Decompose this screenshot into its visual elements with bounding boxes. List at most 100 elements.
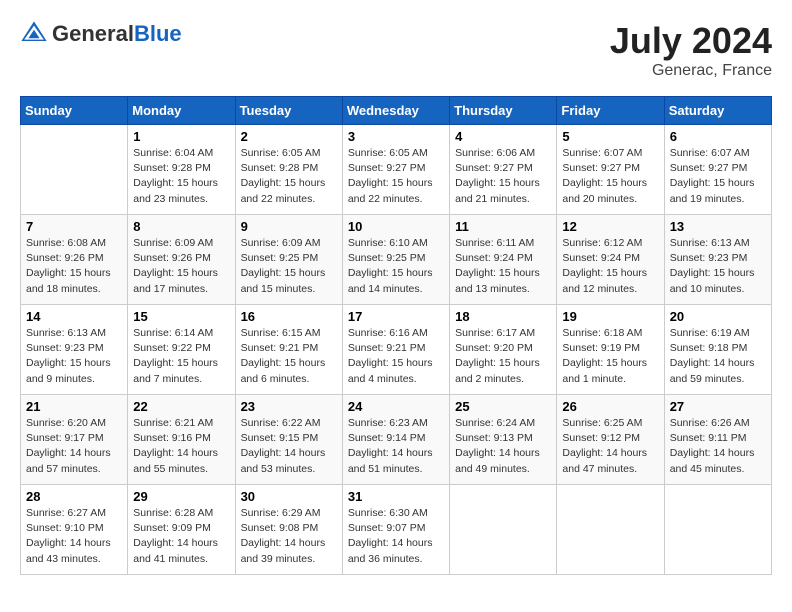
day-info: Sunrise: 6:13 AM Sunset: 9:23 PM Dayligh…	[670, 236, 766, 297]
day-number: 30	[241, 489, 337, 504]
day-number: 26	[562, 399, 658, 414]
day-info: Sunrise: 6:18 AM Sunset: 9:19 PM Dayligh…	[562, 326, 658, 387]
calendar-cell: 21Sunrise: 6:20 AM Sunset: 9:17 PM Dayli…	[21, 395, 128, 485]
day-number: 6	[670, 129, 766, 144]
day-info: Sunrise: 6:11 AM Sunset: 9:24 PM Dayligh…	[455, 236, 551, 297]
day-number: 22	[133, 399, 229, 414]
day-info: Sunrise: 6:12 AM Sunset: 9:24 PM Dayligh…	[562, 236, 658, 297]
calendar-cell: 16 Sunrise: 6:15 AM Sunset: 9:21 PM Dayli…	[235, 305, 342, 395]
day-number: 31	[348, 489, 444, 504]
calendar-cell: 4 Sunrise: 6:06 AM Sunset: 9:27 PM Daylig…	[450, 125, 557, 215]
calendar-cell: 26 Sunrise: 6:25 AM Sunset: 9:12 PM Dayli…	[557, 395, 664, 485]
calendar-week-1: 1 Sunrise: 6:04 AM Sunset: 9:28 PM Daylig…	[21, 125, 772, 215]
day-info: Sunrise: 6:04 AM Sunset: 9:28 PM Dayligh…	[133, 146, 229, 207]
calendar-cell: 22 Sunrise: 6:21 AM Sunset: 9:16 PM Dayli…	[128, 395, 235, 485]
day-number: 25	[455, 399, 551, 414]
day-info: Sunrise: 6:25 AM Sunset: 9:12 PM Dayligh…	[562, 416, 658, 477]
day-info: Sunrise: 6:07 AM Sunset: 9:27 PM Dayligh…	[562, 146, 658, 207]
day-info: Sunrise: 6:30 AM Sunset: 9:07 PM Dayligh…	[348, 506, 444, 567]
weekday-header-monday: Monday	[128, 97, 235, 125]
day-info: Sunrise: 6:29 AM Sunset: 9:08 PM Dayligh…	[241, 506, 337, 567]
day-info: Sunrise: 6:24 AM Sunset: 9:13 PM Dayligh…	[455, 416, 551, 477]
day-number: 10	[348, 219, 444, 234]
day-number: 2	[241, 129, 337, 144]
calendar-cell: 31 Sunrise: 6:30 AM Sunset: 9:07 PM Dayli…	[342, 485, 449, 575]
day-info: Sunrise: 6:07 AM Sunset: 9:27 PM Dayligh…	[670, 146, 766, 207]
day-info: Sunrise: 6:21 AM Sunset: 9:16 PM Dayligh…	[133, 416, 229, 477]
calendar-cell: 29 Sunrise: 6:28 AM Sunset: 9:09 PM Dayli…	[128, 485, 235, 575]
day-number: 20	[670, 309, 766, 324]
calendar-table: SundayMondayTuesdayWednesdayThursdayFrid…	[20, 96, 772, 575]
day-number: 16	[241, 309, 337, 324]
weekday-header-row: SundayMondayTuesdayWednesdayThursdayFrid…	[21, 97, 772, 125]
calendar-cell: 24 Sunrise: 6:23 AM Sunset: 9:14 PM Dayli…	[342, 395, 449, 485]
weekday-header-friday: Friday	[557, 97, 664, 125]
month-year: July 2024	[610, 20, 772, 62]
day-info: Sunrise: 6:16 AM Sunset: 9:21 PM Dayligh…	[348, 326, 444, 387]
weekday-header-tuesday: Tuesday	[235, 97, 342, 125]
day-number: 18	[455, 309, 551, 324]
calendar-cell: 5 Sunrise: 6:07 AM Sunset: 9:27 PM Daylig…	[557, 125, 664, 215]
day-number: 11	[455, 219, 551, 234]
calendar-cell: 18Sunrise: 6:17 AM Sunset: 9:20 PM Dayli…	[450, 305, 557, 395]
calendar-cell	[21, 125, 128, 215]
day-number: 12	[562, 219, 658, 234]
weekday-header-sunday: Sunday	[21, 97, 128, 125]
day-info: Sunrise: 6:05 AM Sunset: 9:28 PM Dayligh…	[241, 146, 337, 207]
calendar-week-5: 28 Sunrise: 6:27 AM Sunset: 9:10 PM Dayli…	[21, 485, 772, 575]
calendar-cell: 20Sunrise: 6:19 AM Sunset: 9:18 PM Dayli…	[664, 305, 771, 395]
calendar-cell: 28 Sunrise: 6:27 AM Sunset: 9:10 PM Dayli…	[21, 485, 128, 575]
day-info: Sunrise: 6:23 AM Sunset: 9:14 PM Dayligh…	[348, 416, 444, 477]
calendar-cell: 30 Sunrise: 6:29 AM Sunset: 9:08 PM Dayli…	[235, 485, 342, 575]
calendar-week-2: 7Sunrise: 6:08 AM Sunset: 9:26 PM Daylig…	[21, 215, 772, 305]
day-info: Sunrise: 6:09 AM Sunset: 9:25 PM Dayligh…	[241, 236, 337, 297]
day-number: 7	[26, 219, 122, 234]
day-number: 5	[562, 129, 658, 144]
calendar-cell: 1 Sunrise: 6:04 AM Sunset: 9:28 PM Daylig…	[128, 125, 235, 215]
day-number: 23	[241, 399, 337, 414]
day-number: 9	[241, 219, 337, 234]
day-number: 4	[455, 129, 551, 144]
day-number: 15	[133, 309, 229, 324]
day-number: 8	[133, 219, 229, 234]
day-number: 13	[670, 219, 766, 234]
page-header: GeneralBlue July 2024 Generac, France	[20, 20, 772, 80]
calendar-cell: 15Sunrise: 6:14 AM Sunset: 9:22 PM Dayli…	[128, 305, 235, 395]
calendar-cell: 2 Sunrise: 6:05 AM Sunset: 9:28 PM Daylig…	[235, 125, 342, 215]
day-info: Sunrise: 6:26 AM Sunset: 9:11 PM Dayligh…	[670, 416, 766, 477]
day-info: Sunrise: 6:20 AM Sunset: 9:17 PM Dayligh…	[26, 416, 122, 477]
day-info: Sunrise: 6:15 AM Sunset: 9:21 PM Dayligh…	[241, 326, 337, 387]
calendar-cell: 8 Sunrise: 6:09 AM Sunset: 9:26 PM Daylig…	[128, 215, 235, 305]
calendar-body: 1 Sunrise: 6:04 AM Sunset: 9:28 PM Daylig…	[21, 125, 772, 575]
weekday-header-thursday: Thursday	[450, 97, 557, 125]
day-number: 27	[670, 399, 766, 414]
day-info: Sunrise: 6:27 AM Sunset: 9:10 PM Dayligh…	[26, 506, 122, 567]
day-info: Sunrise: 6:06 AM Sunset: 9:27 PM Dayligh…	[455, 146, 551, 207]
day-number: 1	[133, 129, 229, 144]
location: Generac, France	[610, 62, 772, 80]
day-number: 28	[26, 489, 122, 504]
calendar-cell: 7Sunrise: 6:08 AM Sunset: 9:26 PM Daylig…	[21, 215, 128, 305]
calendar-cell: 6 Sunrise: 6:07 AM Sunset: 9:27 PM Daylig…	[664, 125, 771, 215]
calendar-cell: 3 Sunrise: 6:05 AM Sunset: 9:27 PM Daylig…	[342, 125, 449, 215]
day-number: 17	[348, 309, 444, 324]
day-number: 19	[562, 309, 658, 324]
day-number: 3	[348, 129, 444, 144]
logo-blue: Blue	[134, 21, 182, 46]
day-info: Sunrise: 6:09 AM Sunset: 9:26 PM Dayligh…	[133, 236, 229, 297]
day-info: Sunrise: 6:28 AM Sunset: 9:09 PM Dayligh…	[133, 506, 229, 567]
calendar-cell: 11 Sunrise: 6:11 AM Sunset: 9:24 PM Dayli…	[450, 215, 557, 305]
calendar-cell: 9 Sunrise: 6:09 AM Sunset: 9:25 PM Daylig…	[235, 215, 342, 305]
logo: GeneralBlue	[20, 20, 182, 48]
calendar-week-4: 21Sunrise: 6:20 AM Sunset: 9:17 PM Dayli…	[21, 395, 772, 485]
day-number: 24	[348, 399, 444, 414]
calendar-cell	[664, 485, 771, 575]
calendar-cell: 10Sunrise: 6:10 AM Sunset: 9:25 PM Dayli…	[342, 215, 449, 305]
logo-icon	[20, 20, 48, 48]
day-info: Sunrise: 6:05 AM Sunset: 9:27 PM Dayligh…	[348, 146, 444, 207]
calendar-cell: 17 Sunrise: 6:16 AM Sunset: 9:21 PM Dayli…	[342, 305, 449, 395]
day-info: Sunrise: 6:22 AM Sunset: 9:15 PM Dayligh…	[241, 416, 337, 477]
day-number: 29	[133, 489, 229, 504]
title-block: July 2024 Generac, France	[610, 20, 772, 80]
calendar-cell: 14Sunrise: 6:13 AM Sunset: 9:23 PM Dayli…	[21, 305, 128, 395]
